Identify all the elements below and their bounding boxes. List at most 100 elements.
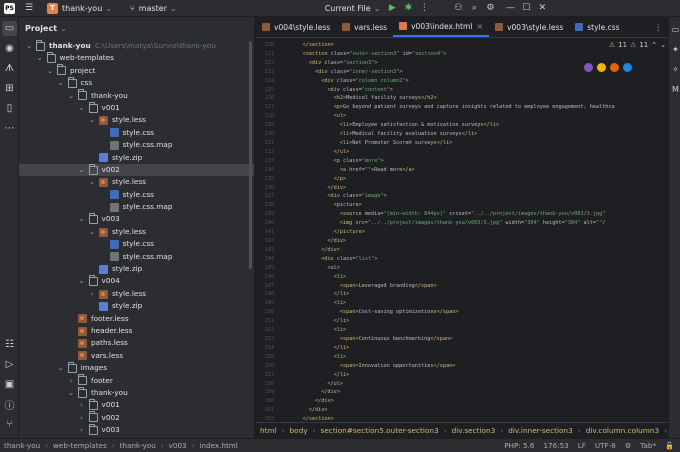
php-version[interactable]: PHP: 5.6	[504, 441, 534, 450]
minimize-icon[interactable]: —	[502, 0, 518, 16]
tree-item[interactable]: › v003	[19, 423, 254, 436]
chevron-down-icon[interactable]: ⌄	[25, 40, 33, 52]
tree-item[interactable]: › style.less	[19, 288, 254, 300]
pull-requests-icon[interactable]: ᗑ	[2, 61, 17, 76]
code-line[interactable]: </picture>	[334, 229, 365, 235]
breadcrumb-item[interactable]: div.inner-section3	[508, 426, 573, 435]
code-line[interactable]: </section>	[303, 42, 334, 48]
terminal-icon[interactable]: ▣	[2, 377, 17, 392]
code-line[interactable]: <li>	[334, 300, 347, 306]
tree-item[interactable]: ⌄ v004	[19, 275, 254, 287]
tree-item[interactable]: ⌄ css	[19, 76, 254, 89]
chevron-down-icon[interactable]: ⌄	[78, 275, 86, 287]
code-line[interactable]: <div class="image">	[327, 193, 386, 199]
indent-setting[interactable]: Tab*	[640, 441, 656, 450]
tree-item[interactable]: header.less	[19, 325, 254, 337]
code-line[interactable]: <img src="../../project/images/thank-you…	[340, 220, 606, 226]
tree-item[interactable]: vars.less	[19, 350, 254, 362]
chevron-down-icon[interactable]: ⌄	[60, 24, 67, 33]
code-line[interactable]: </div>	[327, 238, 346, 244]
close-icon[interactable]: ×	[476, 22, 483, 31]
tree-item[interactable]: style.zip	[19, 263, 254, 275]
run-config-selector[interactable]: Current File ⌄	[321, 0, 385, 17]
tree-item[interactable]: style.css	[19, 127, 254, 139]
code-line[interactable]: <li>	[334, 327, 347, 333]
code-line[interactable]: <ul>	[334, 113, 347, 119]
code-line[interactable]: <li>	[334, 274, 347, 280]
project-switcher[interactable]: T thank-you ⌄	[43, 0, 116, 17]
ai-spark-icon[interactable]: ✧	[670, 63, 680, 75]
tree-item[interactable]: › v002	[19, 411, 254, 424]
breadcrumb-item[interactable]: html	[260, 426, 277, 435]
more-tools-icon[interactable]: ⋯	[2, 121, 17, 136]
tree-item[interactable]: footer.less	[19, 313, 254, 325]
problems-icon[interactable]: ⓘ	[2, 397, 17, 412]
editor-tab[interactable]: v003\style.less	[489, 17, 569, 37]
debug-icon[interactable]: ✱	[400, 0, 416, 16]
code-line[interactable]: <h2>Medical facility surveys</h2>	[334, 95, 437, 101]
tree-item[interactable]: style.zip	[19, 152, 254, 164]
chevron-right-icon[interactable]: ›	[88, 288, 96, 300]
code-line[interactable]: <a href="">Read more</a>	[340, 167, 415, 173]
line-separator[interactable]: LF	[578, 441, 586, 450]
code-line[interactable]: <div class="section3">	[309, 60, 378, 66]
edge-icon[interactable]	[623, 63, 632, 72]
code-line[interactable]: <div class="column column2">	[321, 78, 408, 84]
code-line[interactable]: </div>	[309, 407, 328, 413]
code-line[interactable]: <li>Net Promoter Score® surveys</li>	[340, 140, 452, 146]
chevron-right-icon[interactable]: ›	[78, 399, 86, 411]
project-scrollbar[interactable]	[249, 41, 252, 269]
chevron-right-icon[interactable]: ›	[78, 424, 86, 436]
editor-tab[interactable]: vars.less	[336, 17, 393, 37]
chevron-down-icon[interactable]: ⌄	[57, 362, 65, 374]
code-line[interactable]: <ul>	[327, 265, 340, 271]
chevron-down-icon[interactable]: ⌄	[78, 213, 86, 225]
more-actions-icon[interactable]: ⋮	[416, 0, 432, 16]
code-line[interactable]: </div>	[321, 389, 340, 395]
tree-item[interactable]: paths.less	[19, 337, 254, 349]
tree-item[interactable]: ⌄ web-templates	[19, 52, 254, 64]
code-line[interactable]: <span>Continuous benchmarking</span>	[340, 336, 452, 342]
code-line[interactable]: </div>	[327, 185, 346, 191]
chevron-right-icon[interactable]: ›	[78, 412, 86, 424]
code-line[interactable]: </div>	[315, 398, 334, 404]
breadcrumb-item[interactable]: div.column.column3	[586, 426, 659, 435]
services-icon[interactable]: ☷	[2, 337, 17, 352]
code-line[interactable]: <p>Go beyond patient surveys and capture…	[334, 104, 615, 110]
commit-icon[interactable]: ◉	[2, 41, 17, 56]
tree-item[interactable]: › v001	[19, 399, 254, 411]
ai-assistant-icon[interactable]: ✦	[670, 43, 680, 55]
maximize-icon[interactable]: ☐	[518, 0, 534, 16]
tree-item[interactable]: style.zip	[19, 300, 254, 312]
code-line[interactable]: <div class="inner-section3">	[315, 69, 402, 75]
tree-item[interactable]: ⌄ style.less	[19, 226, 254, 238]
tree-item[interactable]: style.css.map	[19, 139, 254, 151]
chevron-down-icon[interactable]: ⌄	[67, 90, 75, 102]
add-user-icon[interactable]: ⚇	[450, 0, 466, 16]
chevron-down-icon[interactable]: ⌄	[78, 164, 86, 176]
code-line[interactable]: <li>Medical facility evaluation surveys<…	[340, 131, 477, 137]
status-path-item[interactable]: thank-you	[4, 441, 40, 450]
chevron-down-icon[interactable]: ⌄	[57, 77, 65, 89]
code-line[interactable]: <span>Innovation opportunities</span>	[340, 363, 456, 369]
editor-tab[interactable]: v003\index.html ×	[393, 17, 490, 37]
status-path-item[interactable]: index.html	[199, 441, 237, 450]
chevron-down-icon[interactable]: ⌄	[78, 102, 86, 114]
code-line[interactable]: <div class="content">	[327, 87, 393, 93]
breadcrumb-item[interactable]: div.section3	[452, 426, 496, 435]
editor-tab[interactable]: v004\style.less	[256, 17, 336, 37]
cursor-position[interactable]: 176:53	[543, 441, 568, 450]
editor-tab[interactable]: style.css	[569, 17, 625, 37]
firefox-icon[interactable]	[610, 63, 619, 72]
chevron-down-icon[interactable]: ⌄	[36, 52, 44, 64]
search-icon[interactable]: ⌕	[466, 0, 482, 16]
breadcrumb-item[interactable]: section#section5.outer-section3	[321, 426, 439, 435]
project-folder-icon[interactable]: ▭	[2, 21, 17, 36]
phpstorm-browser-icon[interactable]	[584, 63, 593, 72]
tree-item[interactable]: ⌄ thank-you	[19, 89, 254, 102]
tree-item[interactable]: style.css.map	[19, 251, 254, 263]
tree-item[interactable]: style.css	[19, 189, 254, 201]
code-line[interactable]: </li>	[334, 291, 350, 297]
chevron-down-icon[interactable]: ⌄	[88, 114, 96, 126]
code-line[interactable]: <p class="more">	[334, 158, 384, 164]
